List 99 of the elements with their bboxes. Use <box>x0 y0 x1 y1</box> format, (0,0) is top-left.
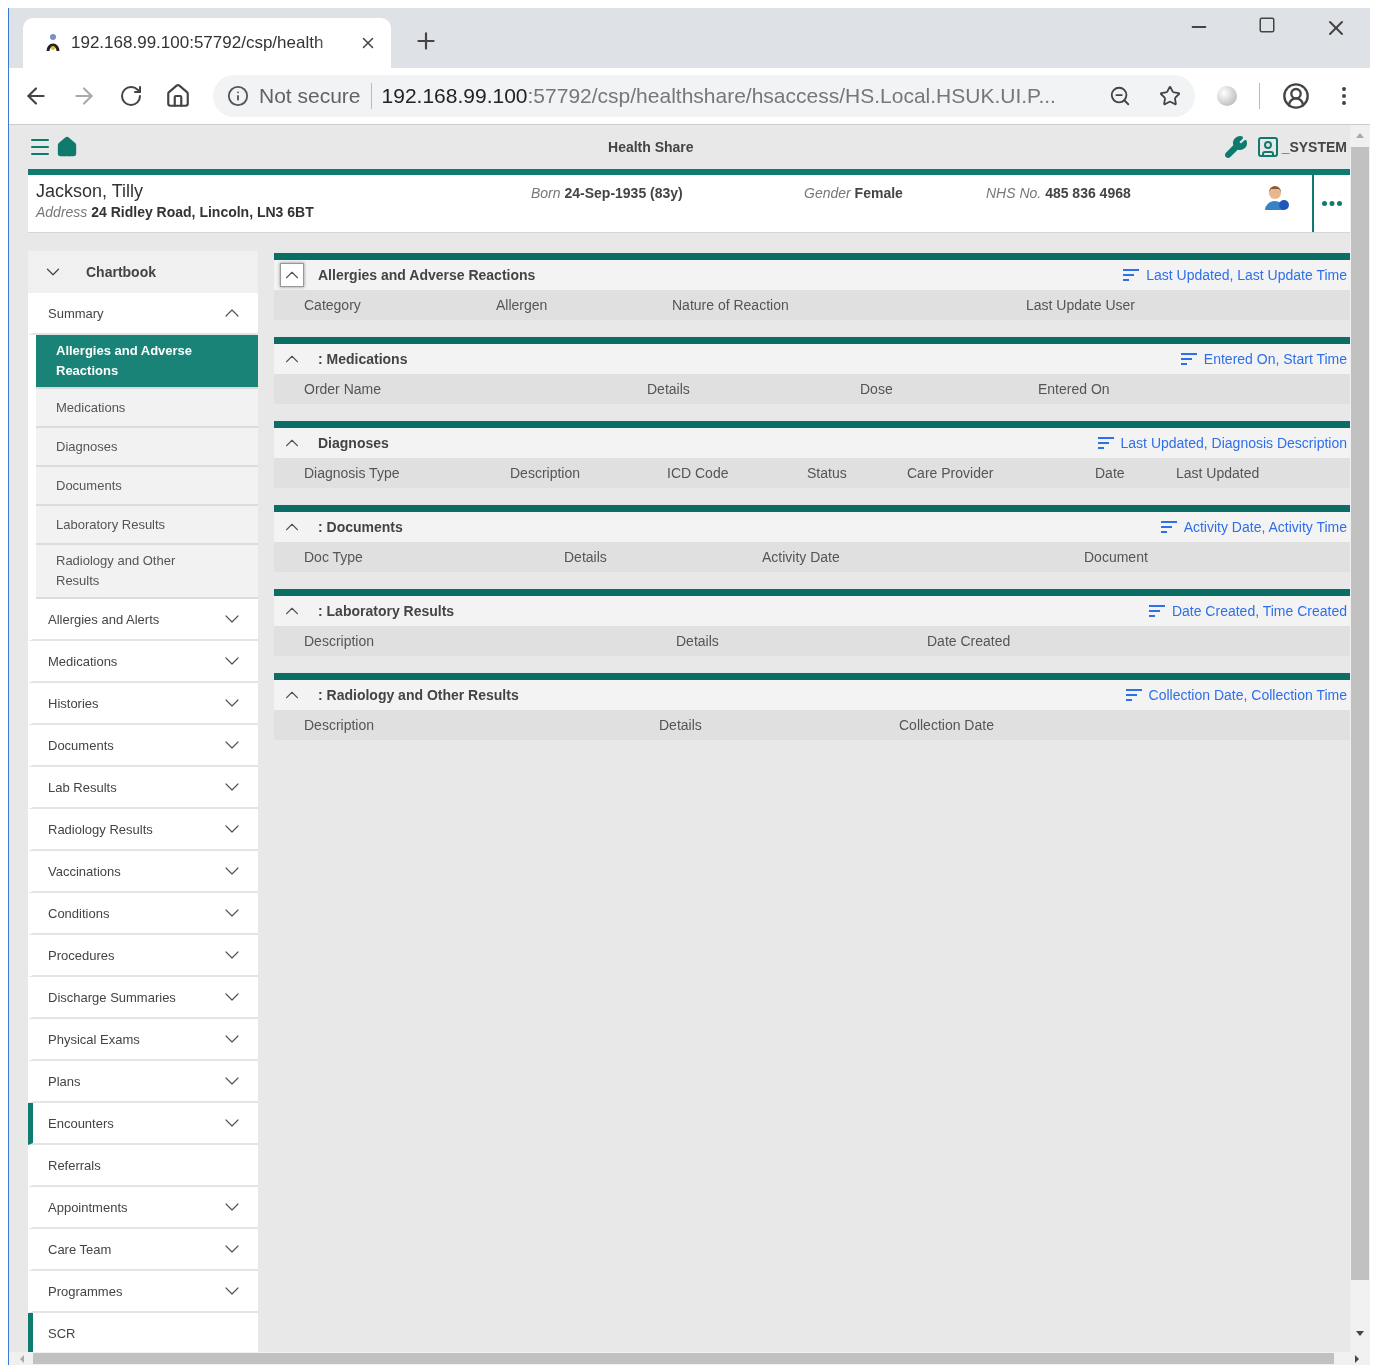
sort-icon <box>1124 688 1143 702</box>
column-header[interactable]: Status <box>807 465 907 481</box>
column-header[interactable]: Care Provider <box>907 465 1095 481</box>
column-header[interactable]: Last Updated <box>1176 465 1350 481</box>
column-header[interactable]: Doc Type <box>304 549 564 565</box>
scroll-right-icon[interactable] <box>1354 1353 1360 1364</box>
chartbook-header[interactable]: Chartbook <box>28 251 258 293</box>
sort-icon <box>1147 604 1166 618</box>
zoom-icon[interactable] <box>1109 85 1131 107</box>
sort-icon <box>1179 352 1198 366</box>
column-header[interactable]: Details <box>676 633 927 649</box>
gender-field: Gender Female <box>804 181 986 232</box>
section-title: : Radiology and Other Results <box>318 687 520 703</box>
user-card-icon[interactable] <box>1255 135 1280 159</box>
sidebar-item[interactable]: Documents <box>28 725 258 767</box>
address-bar[interactable]: Not secure 192.168.99.100:57792/csp/healthshare/hsaccess/HS.Local.HSUK.UI.P... <box>213 75 1195 117</box>
sidebar-item[interactable]: Medications <box>28 641 258 683</box>
sidebar-item[interactable]: Care Team <box>28 1229 258 1271</box>
sidebar-subitem[interactable]: Allergies and Adverse Reactions <box>36 335 258 389</box>
sort-link[interactable]: Activity Date, Activity Time <box>1159 519 1347 535</box>
column-header[interactable]: Details <box>647 381 860 397</box>
patient-name: Jackson, Tilly <box>36 181 145 202</box>
column-header[interactable]: Nature of Reaction <box>672 297 1026 313</box>
column-header[interactable]: Date Created <box>927 633 1350 649</box>
sidebar-item[interactable]: Summary <box>28 293 258 335</box>
column-header[interactable]: Category <box>304 297 496 313</box>
section-title: : Medications <box>318 351 409 367</box>
sidebar-item[interactable]: Physical Exams <box>28 1019 258 1061</box>
column-header[interactable]: Order Name <box>304 381 647 397</box>
section-title: Allergies and Adverse Reactions <box>318 267 537 283</box>
column-header[interactable]: Last Update User <box>1026 297 1350 313</box>
sidebar-item[interactable]: Discharge Summaries <box>28 977 258 1019</box>
person-icon[interactable] <box>1264 185 1290 211</box>
column-header[interactable]: Allergen <box>496 297 672 313</box>
reload-icon[interactable] <box>119 84 143 108</box>
user-name: _SYSTEM <box>1281 139 1347 155</box>
maximize-icon[interactable] <box>1258 16 1276 34</box>
home-icon[interactable] <box>56 136 78 158</box>
sidebar-item[interactable]: Conditions <box>28 893 258 935</box>
column-header[interactable]: Dose <box>860 381 1038 397</box>
sort-icon <box>1122 268 1141 282</box>
sort-icon <box>1096 436 1115 450</box>
column-header[interactable]: Entered On <box>1038 381 1350 397</box>
sidebar-item[interactable]: Encounters <box>28 1103 258 1145</box>
column-header[interactable]: Details <box>564 549 762 565</box>
sort-link[interactable]: Date Created, Time Created <box>1147 603 1347 619</box>
sidebar-item[interactable]: Lab Results <box>28 767 258 809</box>
nhs-number-field: NHS No. 485 836 4968 <box>986 181 1264 232</box>
column-header[interactable]: Activity Date <box>762 549 1084 565</box>
patient-address: Address 24 Ridley Road, Lincoln, LN3 6BT <box>36 204 315 220</box>
sidebar-item[interactable]: Vaccinations <box>28 851 258 893</box>
sidebar-item[interactable]: SCR <box>28 1313 258 1352</box>
sort-link[interactable]: Last Updated, Diagnosis Description <box>1096 435 1347 451</box>
sidebar-subitem[interactable]: Radiology and Other Results <box>36 545 258 599</box>
sidebar-subitem[interactable]: Medications <box>36 389 258 428</box>
section-title: : Laboratory Results <box>318 603 456 619</box>
vertical-scrollbar[interactable] <box>1350 125 1370 1352</box>
column-header[interactable]: Description <box>304 717 659 733</box>
column-header[interactable]: Description <box>510 465 667 481</box>
url-text: 192.168.99.100:57792/csp/healthshare/hsaccess/HS.Local.HSUK.UI.P... <box>381 84 1057 108</box>
sidebar-item[interactable]: Histories <box>28 683 258 725</box>
wrench-icon[interactable] <box>1223 135 1248 159</box>
sort-link[interactable]: Entered On, Start Time <box>1179 351 1347 367</box>
tab-title: 192.168.99.100:57792/csp/health <box>71 33 325 53</box>
profile-icon[interactable] <box>1282 82 1310 110</box>
sidebar-subitem[interactable]: Laboratory Results <box>36 506 258 545</box>
horizontal-scrollbar[interactable] <box>9 1352 1370 1365</box>
column-header[interactable]: Description <box>304 633 676 649</box>
sidebar-item[interactable]: Appointments <box>28 1187 258 1229</box>
sidebar-subitem[interactable]: Diagnoses <box>36 428 258 467</box>
security-label: Not secure <box>259 84 361 108</box>
sidebar-item[interactable]: Radiology Results <box>28 809 258 851</box>
sidebar-item[interactable]: Referrals <box>28 1145 258 1187</box>
ellipsis-icon <box>1322 201 1342 206</box>
app-title: Health Share <box>607 139 695 155</box>
sidebar-item[interactable]: Plans <box>28 1061 258 1103</box>
collapse-button[interactable] <box>280 263 304 287</box>
column-header[interactable]: ICD Code <box>667 465 807 481</box>
sidebar-item[interactable]: Procedures <box>28 935 258 977</box>
star-icon[interactable] <box>1159 85 1181 107</box>
sort-link[interactable]: Collection Date, Collection Time <box>1124 687 1347 703</box>
favicon-icon <box>45 33 61 53</box>
column-header[interactable]: Document <box>1084 549 1350 565</box>
section-title: : Documents <box>318 519 404 535</box>
sidebar-subitem[interactable]: Documents <box>36 467 258 506</box>
born-field: Born 24-Sep-1935 (83y) <box>531 181 804 232</box>
scroll-down-icon[interactable] <box>1355 1330 1365 1338</box>
info-icon <box>227 85 249 107</box>
column-header[interactable]: Details <box>659 717 899 733</box>
column-header[interactable]: Diagnosis Type <box>304 465 510 481</box>
sidebar-item[interactable]: Allergies and Alerts <box>28 599 258 641</box>
column-header[interactable]: Date <box>1095 465 1176 481</box>
home-icon[interactable] <box>165 83 191 109</box>
sidebar-item[interactable]: Programmes <box>28 1271 258 1313</box>
sort-icon <box>1159 520 1178 534</box>
browser-tab[interactable]: 192.168.99.100:57792/csp/health <box>23 18 391 68</box>
section-title: Diagnoses <box>318 435 390 451</box>
sort-link[interactable]: Last Updated, Last Update Time <box>1122 267 1347 283</box>
column-header[interactable]: Collection Date <box>899 717 1350 733</box>
